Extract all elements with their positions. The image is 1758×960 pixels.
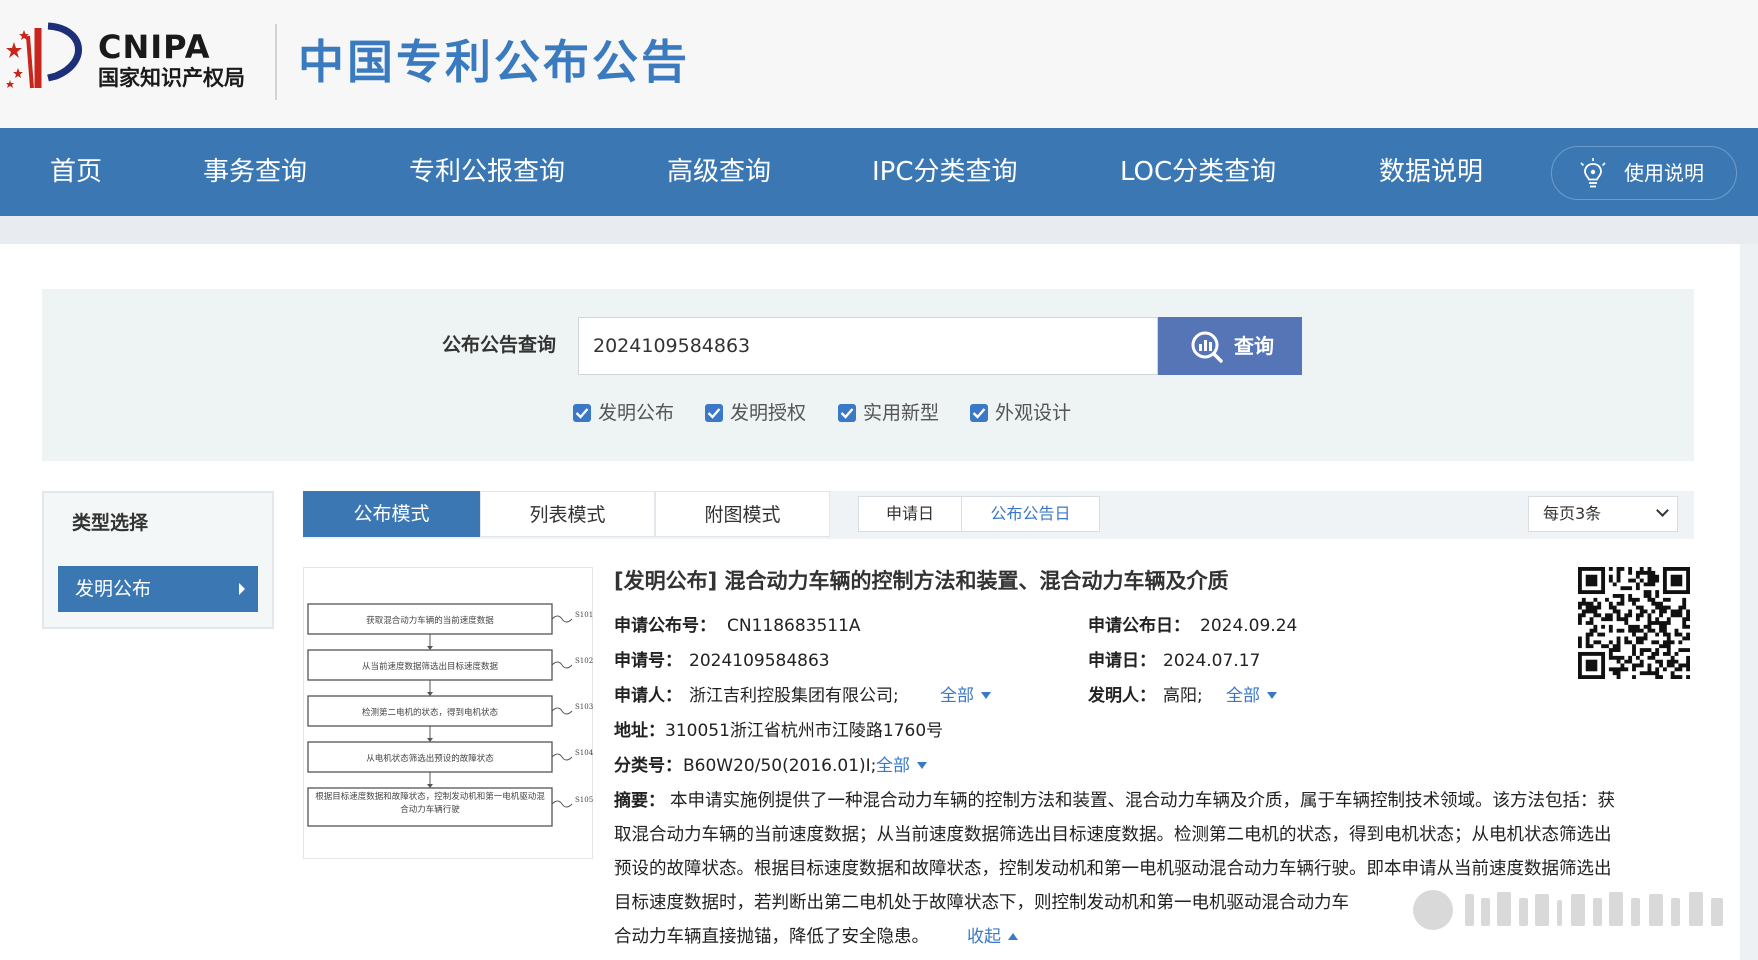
per-page-value: 每页3条 — [1543, 504, 1602, 523]
filter-item-invention-publication[interactable]: 发明公布 — [58, 566, 258, 612]
tab-figure-mode[interactable]: 附图模式 — [655, 491, 830, 537]
checkbox-invention-grant[interactable]: 发明授权 — [705, 400, 815, 426]
all-link-label: 全部 — [1226, 686, 1260, 706]
lightbulb-icon — [1580, 158, 1606, 188]
abstract-line: 本申请实施例提供了一种混合动力车辆的控制方法和装置、混合动力车辆及介质，属于车辆… — [670, 791, 1615, 811]
app-no-label: 申请号： — [614, 651, 682, 671]
tab-list-mode[interactable]: 列表模式 — [480, 491, 655, 537]
flow-step-id: S101 — [575, 611, 593, 619]
checkbox-design[interactable]: 外观设计 — [970, 400, 1080, 426]
logo-en: CNIPA — [98, 28, 211, 66]
logo-text: CNIPA 国家知识产权局 — [98, 30, 245, 92]
nav-item-home[interactable]: 首页 — [50, 128, 102, 216]
all-link-label: 全部 — [940, 686, 974, 706]
per-page-select[interactable]: 每页3条 — [1528, 496, 1678, 532]
flow-step-text: 获取混合动力车辆的当前速度数据 — [366, 615, 494, 626]
checkbox-label: 发明授权 — [730, 402, 807, 424]
search-input[interactable]: 2024109584863 — [578, 317, 1158, 375]
checkbox-label: 实用新型 — [863, 402, 940, 424]
search-button[interactable]: 查询 — [1158, 317, 1302, 375]
checkbox-checked-icon — [573, 404, 591, 422]
pub-no-value: CN118683511A — [727, 616, 861, 636]
checkbox-checked-icon — [838, 404, 856, 422]
flow-step-id: S103 — [575, 703, 593, 711]
flow-step-id: S105 — [575, 796, 593, 804]
app-no-value: 2024109584863 — [689, 651, 830, 671]
class-all-link[interactable]: 全部 — [876, 753, 927, 779]
cnipa-logo-icon[interactable] — [4, 22, 94, 94]
caret-down-icon — [917, 762, 927, 769]
nav-item-ipc[interactable]: IPC分类查询 — [872, 128, 1018, 216]
result-title[interactable]: [发明公布] 混合动力车辆的控制方法和装置、混合动力车辆及介质 — [614, 565, 1229, 597]
app-date-label: 申请日： — [1088, 651, 1156, 671]
collapse-link[interactable]: 收起 — [967, 924, 1018, 950]
checkbox-label: 发明公布 — [598, 402, 675, 424]
checkbox-checked-icon — [970, 404, 988, 422]
app-date-value: 2024.07.17 — [1163, 651, 1261, 671]
logo-divider — [275, 24, 277, 100]
nav-item-affairs[interactable]: 事务查询 — [203, 128, 307, 216]
caret-down-icon — [1267, 692, 1277, 699]
nav-item-gazette[interactable]: 专利公报查询 — [409, 128, 565, 216]
search-chart-icon — [1191, 331, 1223, 363]
qr-code-icon — [1578, 567, 1690, 679]
flow-step-id: S102 — [575, 657, 593, 665]
abstract-label: 摘要： — [614, 791, 665, 811]
inventor-label: 发明人： — [1088, 686, 1156, 706]
flowchart-thumbnail: 获取混合动力车辆的当前速度数据 S101 从当前速度数据筛选出目标速度数据 S1… — [307, 603, 594, 827]
applicant-label: 申请人： — [614, 686, 682, 706]
search-button-label: 查询 — [1234, 334, 1274, 358]
address-label: 地址： — [614, 721, 665, 741]
address-value: 310051浙江省杭州市江陵路1760号 — [665, 721, 944, 741]
help-button[interactable]: 使用说明 — [1551, 146, 1737, 200]
abstract-line: 取混合动力车辆的当前速度数据；从当前速度数据筛选出目标速度数据。检测第二电机的状… — [614, 825, 1612, 845]
checkbox-checked-icon — [705, 404, 723, 422]
result-thumbnail[interactable]: 获取混合动力车辆的当前速度数据 S101 从当前速度数据筛选出目标速度数据 S1… — [303, 567, 594, 859]
abstract-line: 合动力车辆直接抛锚，降低了安全隐患。 — [614, 927, 929, 947]
nav-item-data-info[interactable]: 数据说明 — [1379, 128, 1483, 216]
pub-date-value: 2024.09.24 — [1200, 616, 1298, 636]
nav-shadow-strip — [0, 216, 1758, 244]
sort-publication-date[interactable]: 公布公告日 — [961, 496, 1100, 532]
flow-step-text: 从当前速度数据筛选出目标速度数据 — [362, 661, 499, 672]
nav-item-advanced[interactable]: 高级查询 — [667, 128, 771, 216]
flow-step-id: S104 — [575, 749, 594, 757]
all-link-label: 全部 — [876, 756, 910, 776]
search-label: 公布公告查询 — [442, 334, 557, 356]
checkbox-utility-model[interactable]: 实用新型 — [838, 400, 948, 426]
flow-step-text: 检测第二电机的状态，得到电机状态 — [362, 707, 499, 718]
chevron-down-icon — [1656, 504, 1669, 517]
inventor-value: 高阳; — [1163, 686, 1203, 706]
caret-up-icon — [1008, 933, 1018, 940]
class-value: B60W20/50(2016.01)I; — [683, 756, 877, 776]
collapse-label: 收起 — [967, 927, 1001, 947]
abstract-line: 目标速度数据时，若判断出第二电机处于故障状态下，则控制发动机和第一电机驱动混合动… — [614, 893, 1349, 913]
logo-cn: 国家知识产权局 — [98, 65, 245, 90]
checkbox-invention-publication[interactable]: 发明公布 — [573, 400, 683, 426]
checkbox-label: 外观设计 — [995, 402, 1072, 424]
flow-step-text: 根据目标速度数据和故障状态，控制发动机和第一电机驱动混合动力车辆行驶 — [315, 792, 545, 815]
filter-title: 类型选择 — [72, 512, 149, 534]
applicant-all-link[interactable]: 全部 — [940, 683, 991, 709]
nav-item-loc[interactable]: LOC分类查询 — [1120, 128, 1276, 216]
class-label: 分类号： — [614, 756, 682, 776]
pub-date-label: 申请公布日： — [1088, 616, 1190, 636]
sort-application-date[interactable]: 申请日 — [858, 496, 962, 532]
inventor-all-link[interactable]: 全部 — [1226, 683, 1277, 709]
flow-step-text: 从电机状态筛选出预设的故障状态 — [366, 753, 494, 764]
search-panel — [42, 289, 1694, 461]
filter-item-label: 发明公布 — [75, 578, 152, 600]
site-header: CNIPA 国家知识产权局 中国专利公布公告 — [0, 0, 1758, 128]
chevron-right-icon — [239, 583, 245, 595]
pub-no-label: 申请公布号： — [614, 616, 716, 636]
help-label: 使用说明 — [1624, 161, 1704, 185]
site-title: 中国专利公布公告 — [298, 35, 690, 89]
tab-publication-mode[interactable]: 公布模式 — [303, 491, 480, 537]
applicant-value: 浙江吉利控股集团有限公司; — [689, 686, 899, 706]
caret-down-icon — [981, 692, 991, 699]
main-nav: 首页 事务查询 专利公报查询 高级查询 IPC分类查询 LOC分类查询 数据说明… — [0, 128, 1758, 216]
watermark-logo — [1395, 876, 1740, 940]
